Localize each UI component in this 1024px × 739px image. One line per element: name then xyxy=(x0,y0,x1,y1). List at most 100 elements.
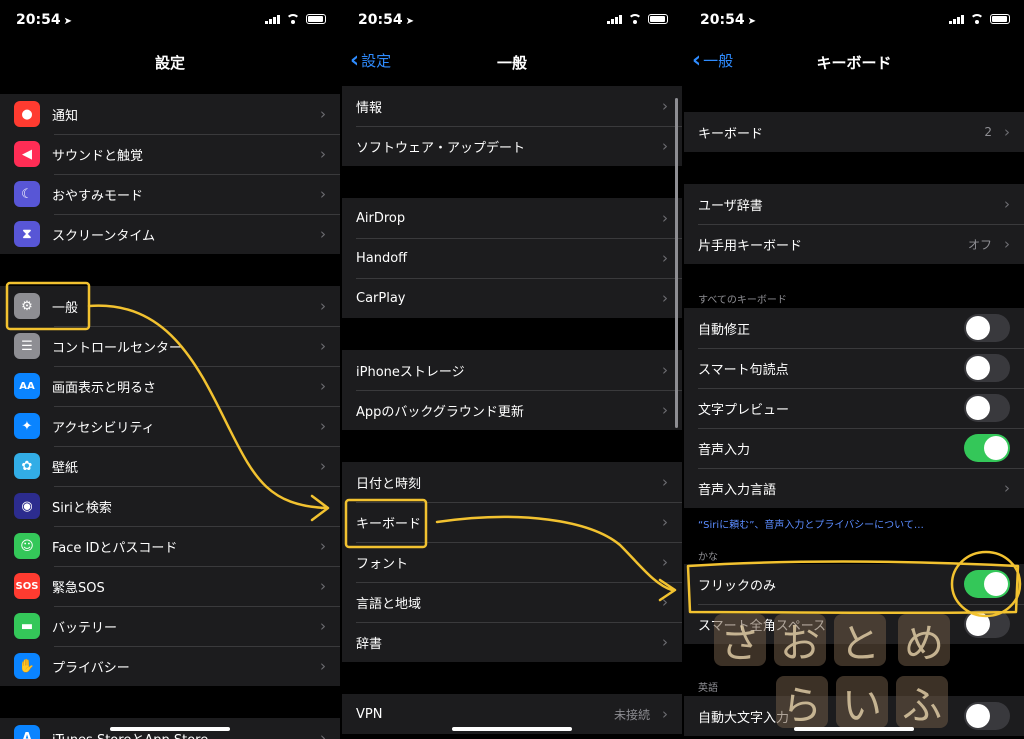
settings-item-face-id[interactable]: ☺ Face IDとパスコード › xyxy=(0,526,340,566)
app-store-icon: A xyxy=(14,725,40,739)
row-label: 文字プレビュー xyxy=(698,402,790,418)
row-label: プライバシー xyxy=(52,660,130,676)
nav-bar: ‹ 一般 キーボード xyxy=(684,40,1024,82)
row-label: スクリーンタイム xyxy=(52,228,156,244)
battery-icon: ▬ xyxy=(14,613,40,639)
watermark-tile: い xyxy=(836,676,888,729)
wifi-icon xyxy=(970,14,984,24)
chevron-right-icon: › xyxy=(320,185,326,203)
row-label: CarPlay xyxy=(356,290,406,306)
hand-icon: ✋ xyxy=(14,653,40,679)
settings-item-battery[interactable]: ▬ バッテリー › xyxy=(0,606,340,646)
chevron-right-icon: › xyxy=(320,337,326,355)
chevron-right-icon: › xyxy=(320,105,326,123)
general-item[interactable]: ソフトウェア・アップデート › xyxy=(342,126,682,166)
section-header-kana: かな xyxy=(698,552,718,563)
settings-item-hand[interactable]: ✋ プライバシー › xyxy=(0,646,340,686)
speaker-icon: ◀ xyxy=(14,141,40,167)
section-header-english: 英語 xyxy=(698,683,718,694)
settings-item-siri[interactable]: ◉ Siriと検索 › xyxy=(0,486,340,526)
nav-bar: ‹ 設定 一般 xyxy=(342,40,682,82)
settings-item-bell[interactable]: ● 通知 › xyxy=(0,94,340,134)
settings-item-accessibility[interactable]: ✦ アクセシビリティ › xyxy=(0,406,340,446)
settings-item-sos[interactable]: SOS 緊急SOS › xyxy=(0,566,340,606)
general-item[interactable]: 情報 › xyxy=(342,86,682,126)
chevron-right-icon: › xyxy=(1004,235,1010,253)
settings-item-moon[interactable]: ☾ おやすみモード › xyxy=(0,174,340,214)
general-item[interactable]: 言語と地域 › xyxy=(342,582,682,622)
toggle-switch[interactable] xyxy=(964,394,1010,422)
settings-group-1: ● 通知 › ◀ サウンドと触覚 › ☾ おやすみモード › ⧗ スクリーンタイム › xyxy=(0,94,340,254)
general-item[interactable]: フォント › xyxy=(342,542,682,582)
row-detail: 未接続 xyxy=(613,707,650,722)
toggle-switch[interactable] xyxy=(964,314,1010,342)
settings-item-switches[interactable]: ☰ コントロールセンター › xyxy=(0,326,340,366)
row-label: 壁紙 xyxy=(52,460,79,476)
general-item[interactable]: Appのバックグラウンド更新 › xyxy=(342,390,682,430)
general-item[interactable]: キーボード › xyxy=(342,502,682,542)
row-label: Siriと検索 xyxy=(52,500,112,516)
general-item[interactable]: iPhoneストレージ › xyxy=(342,350,682,390)
row-label: 音声入力 xyxy=(698,442,751,458)
general-item[interactable]: 辞書 › xyxy=(342,622,682,662)
battery-status-icon xyxy=(990,14,1010,24)
home-indicator xyxy=(110,727,230,731)
settings-item-gear[interactable]: ⚙ 一般 › xyxy=(0,286,340,326)
chevron-right-icon: › xyxy=(662,513,668,531)
watermark-tile: お xyxy=(774,614,826,667)
toggle-switch[interactable] xyxy=(964,354,1010,382)
general-item[interactable]: 日付と時刻 › xyxy=(342,462,682,502)
settings-item-text-size[interactable]: AA 画面表示と明るさ › xyxy=(0,366,340,406)
scroll-indicator[interactable] xyxy=(675,98,678,428)
row-label: バッテリー xyxy=(52,620,118,636)
chevron-right-icon: › xyxy=(1004,195,1010,213)
toggle-switch[interactable] xyxy=(964,570,1010,598)
wifi-icon xyxy=(628,14,642,24)
row-label: Face IDとパスコード xyxy=(52,540,178,556)
siri-icon: ◉ xyxy=(14,493,40,519)
status-time: 20:54 ➤ xyxy=(700,12,756,28)
general-item[interactable]: AirDrop › xyxy=(342,198,682,238)
row-label: スマート句読点 xyxy=(698,362,789,378)
toggle-switch[interactable] xyxy=(964,702,1010,730)
keyboard-toggle-row[interactable]: スマート句読点 xyxy=(684,348,1024,388)
chevron-right-icon: › xyxy=(662,137,668,155)
flower-icon: ✿ xyxy=(14,453,40,479)
row-label: VPN xyxy=(356,706,383,722)
battery-status-icon xyxy=(648,14,668,24)
keyboard-toggle-row[interactable]: 音声入力 xyxy=(684,428,1024,468)
bell-icon: ● xyxy=(14,101,40,127)
general-item[interactable]: CarPlay › xyxy=(342,278,682,318)
kana-toggle-row[interactable]: フリックのみ xyxy=(684,564,1024,604)
signal-icon xyxy=(607,14,622,24)
row-label: 一般 xyxy=(52,300,79,316)
sos-icon: SOS xyxy=(14,573,40,599)
page-title: 設定 xyxy=(154,54,185,72)
settings-item-flower[interactable]: ✿ 壁紙 › xyxy=(0,446,340,486)
chevron-right-icon: › xyxy=(662,209,668,227)
siri-privacy-link[interactable]: “Siriに頼む”、音声入力とプライバシーについて… xyxy=(698,516,924,531)
settings-item-speaker[interactable]: ◀ サウンドと触覚 › xyxy=(0,134,340,174)
chevron-right-icon: › xyxy=(662,401,668,419)
row-label: 通知 xyxy=(52,108,79,124)
row-label: キーボード xyxy=(356,516,422,532)
home-indicator xyxy=(452,727,572,731)
signal-icon xyxy=(949,14,964,24)
row-label: 画面表示と明るさ xyxy=(52,380,157,396)
settings-item-hourglass[interactable]: ⧗ スクリーンタイム › xyxy=(0,214,340,254)
keyboards-row[interactable]: キーボード 2 › xyxy=(684,112,1024,152)
row-label: Appのバックグラウンド更新 xyxy=(356,404,524,420)
keyboard-toggle-row[interactable]: 文字プレビュー xyxy=(684,388,1024,428)
toggle-switch[interactable] xyxy=(964,610,1010,638)
toggle-switch[interactable] xyxy=(964,434,1010,462)
keyboard-setting-row[interactable]: 片手用キーボード オフ › xyxy=(684,224,1024,264)
general-item[interactable]: Handoff › xyxy=(342,238,682,278)
chevron-right-icon: › xyxy=(662,633,668,651)
keyboard-setting-row[interactable]: ユーザ辞書 › xyxy=(684,184,1024,224)
nav-bar: 設定 xyxy=(0,40,340,82)
row-label: 自動修正 xyxy=(698,322,751,338)
keyboard-toggle-row[interactable]: 自動修正 xyxy=(684,308,1024,348)
row-label: 言語と地域 xyxy=(356,596,422,612)
dictation-language-row[interactable]: 音声入力言語 › xyxy=(684,468,1024,508)
chevron-right-icon: › xyxy=(662,553,668,571)
